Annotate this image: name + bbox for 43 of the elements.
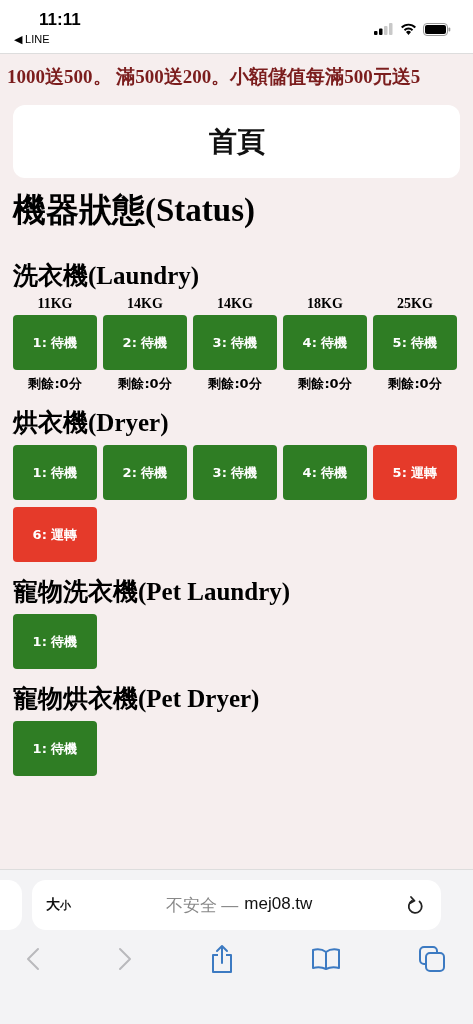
- clock-time: 11:11: [39, 10, 81, 30]
- bookmarks-icon[interactable]: [311, 947, 342, 971]
- machine-button[interactable]: 6: 運轉: [13, 507, 97, 562]
- machine-button[interactable]: 4: 待機: [283, 445, 367, 500]
- remaining-time: 剩餘:0分: [298, 375, 352, 393]
- share-icon[interactable]: [209, 944, 234, 974]
- section-heading: 洗衣機(Laundry): [13, 261, 201, 292]
- tabs-icon[interactable]: [419, 946, 445, 972]
- machine-button[interactable]: 5: 運轉: [373, 445, 457, 500]
- remaining-time: 剩餘:0分: [28, 375, 82, 393]
- machine-button[interactable]: 3: 待機: [193, 315, 277, 370]
- machine-button[interactable]: 1: 待機: [13, 315, 97, 370]
- capacity-label: 11KG: [37, 296, 73, 312]
- signal-icon: [374, 23, 394, 35]
- machine-button[interactable]: 2: 待機: [103, 445, 187, 500]
- remaining-time: 剩餘:0分: [208, 375, 262, 393]
- machine-button[interactable]: 4: 待機: [283, 315, 367, 370]
- capacity-label: 18KG: [307, 296, 343, 312]
- remaining-time: 剩餘:0分: [388, 375, 442, 393]
- capacity-label: 14KG: [217, 296, 253, 312]
- section-heading: 烘衣機(Dryer): [13, 408, 170, 439]
- capacity-label: 14KG: [127, 296, 163, 312]
- page-title: 機器狀態(Status): [13, 191, 256, 230]
- text-size-button[interactable]: 大小: [46, 896, 71, 914]
- machine-button[interactable]: 2: 待機: [103, 315, 187, 370]
- security-label: 不安全 —: [165, 894, 239, 917]
- url-text: mej08.tw: [244, 893, 313, 915]
- machine-button[interactable]: 5: 待機: [373, 315, 457, 370]
- machine-button[interactable]: 1: 待機: [13, 445, 97, 500]
- remaining-time: 剩餘:0分: [118, 375, 172, 393]
- battery-icon: [423, 22, 451, 36]
- section-heading: 寵物烘衣機(Pet Dryer): [13, 684, 261, 715]
- wifi-icon: [400, 23, 417, 35]
- capacity-label: 25KG: [397, 296, 433, 312]
- section-heading: 寵物洗衣機(Pet Laundry): [13, 577, 292, 608]
- home-button[interactable]: 首頁: [13, 105, 460, 178]
- address-bar[interactable]: 大小 不安全 — mej08.tw: [32, 880, 441, 930]
- reload-icon[interactable]: [407, 895, 425, 915]
- machine-button[interactable]: 1: 待機: [13, 614, 97, 669]
- machine-button[interactable]: 3: 待機: [193, 445, 277, 500]
- promotion-ticker: 1000送500。 滿500送200。小額儲值每滿500元送5: [7, 65, 422, 89]
- machine-button[interactable]: 1: 待機: [13, 721, 97, 776]
- back-to-app-link[interactable]: ◀ LINE: [14, 33, 81, 46]
